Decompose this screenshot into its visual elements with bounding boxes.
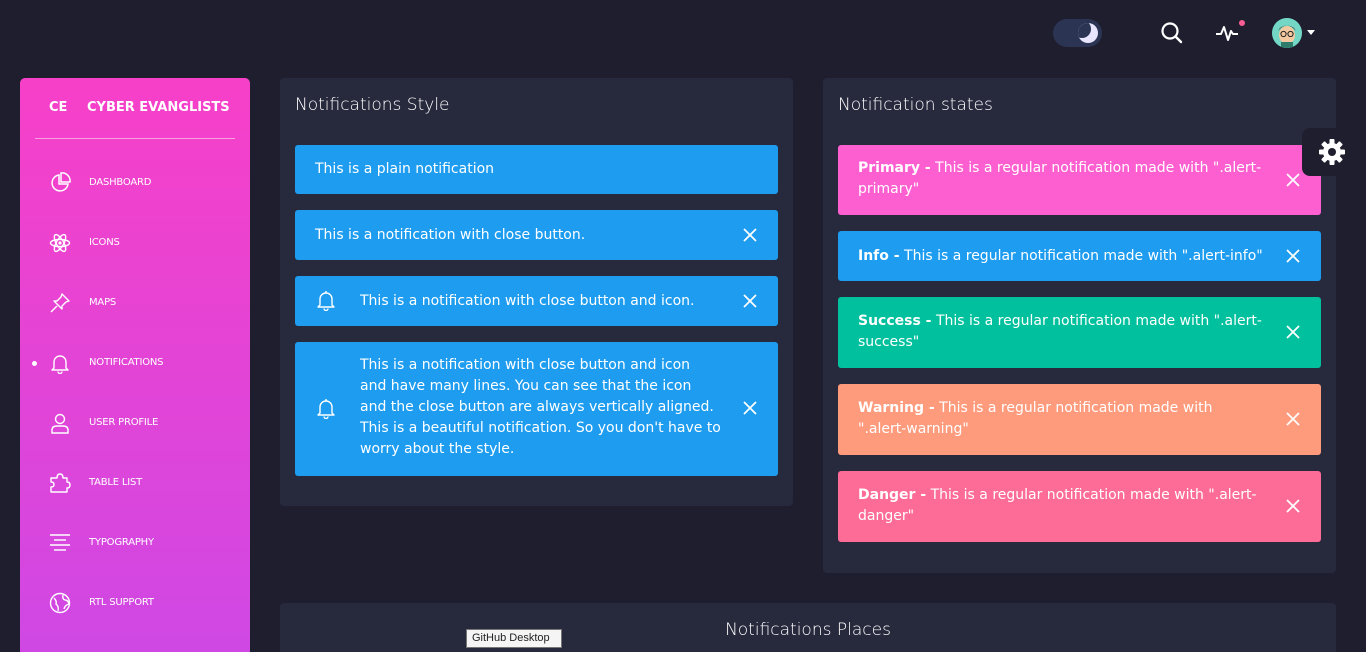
warning-notification: Warning - This is a regular notification…: [838, 384, 1321, 455]
close-icon[interactable]: [1285, 172, 1301, 188]
alert-line: and have many lines. You can see that th…: [360, 378, 692, 394]
active-indicator: [32, 361, 37, 366]
alert-line: This is a notification with close button…: [360, 357, 691, 373]
notification-states-card: Notification states Primary - This is a …: [823, 78, 1336, 573]
sidebar-item-dashboard[interactable]: DASHBOARD: [20, 164, 250, 204]
pulse-icon[interactable]: [1214, 20, 1240, 46]
gear-icon: [1319, 139, 1345, 165]
close-icon[interactable]: [742, 400, 758, 416]
world-icon: [49, 592, 71, 614]
card-title: Notifications Style: [295, 95, 450, 115]
close-icon[interactable]: [1285, 411, 1301, 427]
sidebar: CE CYBER EVANGLISTS DASHBOARD ICONS MAPS…: [20, 78, 250, 652]
notification-with-close: This is a notification with close button…: [295, 210, 778, 260]
sidebar-item-icons[interactable]: ICONS: [20, 224, 250, 264]
alert-type: Success -: [858, 313, 932, 329]
top-navbar: [0, 0, 1366, 66]
close-icon[interactable]: [1285, 248, 1301, 264]
notifications-style-card: Notifications Style This is a plain noti…: [280, 78, 793, 506]
sidebar-item-label: ICONS: [89, 237, 120, 248]
multiline-notification: This is a notification with close button…: [295, 342, 778, 476]
alert-line: This is a regular notification made with: [934, 400, 1213, 416]
sidebar-item-user-profile[interactable]: USER PROFILE: [20, 404, 250, 444]
card-title: Notification states: [838, 95, 993, 115]
alert-line: This is a regular notification made with…: [931, 313, 1262, 329]
bell-icon: [315, 397, 337, 420]
bell-icon: [315, 289, 337, 312]
pin-icon: [49, 292, 71, 314]
sidebar-item-maps[interactable]: MAPS: [20, 284, 250, 324]
avatar-icon[interactable]: [1272, 18, 1302, 48]
sidebar-item-label: TABLE LIST: [89, 477, 143, 488]
info-notification: Info - This is a regular notification ma…: [838, 231, 1321, 281]
alert-line: danger": [858, 508, 915, 524]
alert-type: Warning -: [858, 400, 935, 416]
alert-line: This is a regular notification made with…: [899, 248, 1263, 264]
sidebar-item-label: USER PROFILE: [89, 417, 159, 428]
alert-text: This is a notification with close button…: [360, 355, 740, 460]
alert-text: Primary - This is a regular notification…: [858, 158, 1263, 200]
atom-icon: [49, 232, 71, 254]
puzzle-icon: [49, 472, 71, 494]
sidebar-item-label: NOTIFICATIONS: [89, 357, 164, 368]
theme-toggle[interactable]: [1053, 19, 1102, 47]
alert-line: primary": [858, 181, 920, 197]
logo[interactable]: CE CYBER EVANGLISTS: [20, 100, 250, 120]
sidebar-item-label: RTL SUPPORT: [89, 597, 154, 608]
sidebar-item-rtl-support[interactable]: RTL SUPPORT: [20, 584, 250, 624]
bell-icon: [49, 352, 71, 375]
sidebar-item-typography[interactable]: TYPOGRAPHY: [20, 524, 250, 564]
close-icon[interactable]: [742, 293, 758, 309]
alert-text: Info - This is a regular notification ma…: [858, 246, 1278, 267]
card-title: Notifications Places: [725, 620, 891, 640]
logo-full[interactable]: CYBER EVANGLISTS: [87, 100, 230, 115]
user-icon: [49, 412, 71, 434]
chevron-down-icon[interactable]: [1307, 30, 1315, 35]
alert-text: Danger - This is a regular notification …: [858, 485, 1263, 527]
notifications-places-card: Notifications Places: [280, 603, 1336, 652]
sidebar-item-notifications[interactable]: NOTIFICATIONS: [20, 344, 250, 384]
alert-type: Primary -: [858, 160, 931, 176]
alert-line: This is a beautiful notification. So you…: [360, 420, 721, 436]
align-center-icon: [49, 532, 71, 554]
alert-text: This is a notification with close button…: [315, 227, 586, 243]
sidebar-item-label: MAPS: [89, 297, 117, 308]
close-icon[interactable]: [1285, 324, 1301, 340]
primary-notification: Primary - This is a regular notification…: [838, 145, 1321, 215]
search-icon[interactable]: [1159, 20, 1185, 46]
alert-text: Warning - This is a regular notification…: [858, 398, 1263, 440]
settings-button[interactable]: [1302, 128, 1366, 176]
tooltip: GitHub Desktop: [466, 629, 562, 648]
close-icon[interactable]: [1285, 498, 1301, 514]
logo-mini[interactable]: CE: [49, 100, 67, 115]
alert-text: This is a notification with close button…: [360, 293, 695, 309]
alert-line: This is a regular notification made with…: [930, 160, 1262, 176]
sidebar-item-table-list[interactable]: TABLE LIST: [20, 464, 250, 504]
moon-icon: [1078, 23, 1098, 43]
alert-type: Info -: [858, 248, 900, 264]
sidebar-item-label: TYPOGRAPHY: [89, 537, 154, 548]
alert-text: This is a plain notification: [315, 161, 495, 177]
alert-line: ".alert-warning": [858, 421, 969, 437]
plain-notification: This is a plain notification: [295, 145, 778, 194]
close-icon[interactable]: [742, 227, 758, 243]
notification-with-icon: This is a notification with close button…: [295, 276, 778, 326]
alert-line: This is a regular notification made with…: [926, 487, 1257, 503]
danger-notification: Danger - This is a regular notification …: [838, 471, 1321, 542]
alert-line: worry about the style.: [360, 441, 515, 457]
divider: [35, 138, 235, 139]
chart-pie-icon: [49, 172, 71, 194]
alert-type: Danger -: [858, 487, 927, 503]
alert-text: Success - This is a regular notification…: [858, 311, 1263, 353]
alert-line: success": [858, 334, 920, 350]
notification-dot: [1239, 20, 1245, 26]
sidebar-item-label: DASHBOARD: [89, 177, 152, 188]
alert-line: and the close button are always vertical…: [360, 399, 714, 415]
success-notification: Success - This is a regular notification…: [838, 297, 1321, 368]
